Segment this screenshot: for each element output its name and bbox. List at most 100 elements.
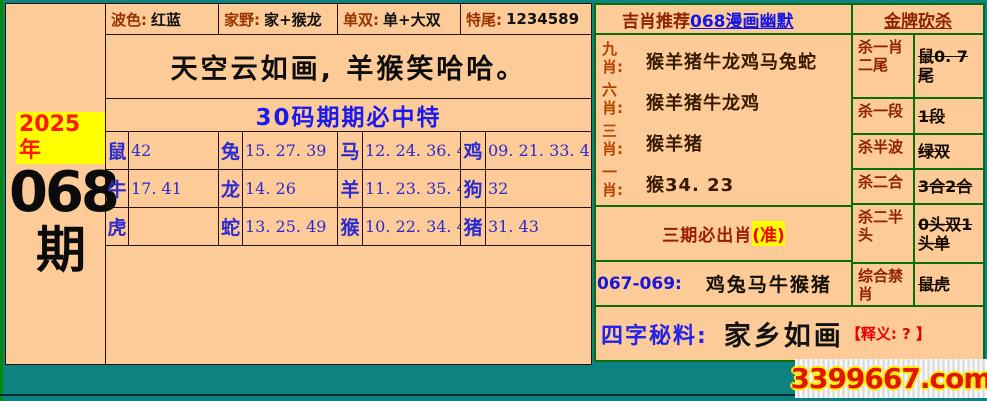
zodiac-animal: 牛 [106, 170, 129, 208]
nine-xiao-label: 九 肖: [596, 40, 634, 81]
site-url-watermark: 3399667.com [790, 362, 987, 395]
main-forecast-panel: 2025年 068 期 波色: 红蓝 家野: 家+猴龙 单双: 单+大双 特尾:… [5, 3, 592, 365]
struck-text: 鼠虎 [918, 275, 951, 294]
label-line: 肖: [602, 58, 623, 76]
one-xiao-value: 猴34. 23 [646, 174, 735, 196]
zodiac-animal: 虎 [106, 208, 129, 246]
label-line: 三 [602, 122, 618, 140]
kill-row: 杀二半头 0头双1头单 [853, 205, 983, 264]
kill-row: 杀半波 绿双 [853, 135, 983, 170]
kill-value-struck: 3合2合 [915, 170, 983, 203]
period-range-row: 067-069: 鸡兔马牛猴猪 [596, 262, 851, 305]
forecast-content: 波色: 红蓝 家野: 家+猴龙 单双: 单+大双 特尾: 1234589 天空云… [106, 4, 591, 364]
zodiac-numbers: 32 [486, 170, 591, 208]
label-line: 肖: [602, 99, 623, 117]
period-range-label: 067-069: [597, 273, 682, 294]
secret-meaning-note: 【释义: ? 】 [845, 325, 931, 343]
kill-value-struck: 绿双 [915, 135, 983, 168]
zodiac-animal: 鼠 [106, 132, 129, 170]
zodiac-numbers [129, 208, 219, 246]
kill-row: 杀一段 1段 [853, 99, 983, 135]
year-highlight-label: 2025年 [16, 112, 105, 164]
empty-area [106, 246, 591, 364]
recommend-prefix-label: 吉肖推荐 [622, 11, 690, 32]
issue-column: 2025年 068 期 [6, 4, 120, 364]
six-xiao-value: 猴羊猪牛龙鸡 [646, 92, 760, 114]
thirty-codes-title: 30码期期必中特 [106, 99, 591, 132]
issue-suffix-label: 期 [36, 220, 86, 279]
six-xiao-label: 六 肖: [596, 81, 634, 122]
zodiac-numbers: 15. 27. 39 [243, 132, 338, 170]
zodiac-animal: 猴 [338, 208, 363, 246]
gold-kill-cell: 金牌砍杀 [853, 5, 983, 33]
zodiac-animal: 兔 [219, 132, 243, 170]
home-wild-label: 家野: [224, 10, 260, 29]
struck-text: 0头双1头单 [918, 214, 973, 253]
zodiac-animal: 猪 [461, 208, 486, 246]
three-period-title: 三期必出肖 [662, 226, 753, 246]
kill-row: 杀二合 3合2合 [853, 170, 983, 205]
nine-xiao-row: 九 肖: 猴羊猪牛龙鸡马兔蛇 [596, 40, 851, 81]
comic-humor-link[interactable]: 068漫画幽默 [690, 7, 794, 32]
kill-row: 综合禁肖 鼠虎 [853, 264, 983, 305]
label-line: 六 [602, 81, 618, 99]
secret-phrase: 家乡如画 [723, 321, 844, 352]
zodiac-numbers: 31. 43 [486, 208, 591, 246]
kill-row: 杀一肖二尾 鼠0. 7尾 [853, 35, 983, 99]
struck-text: 3合2合 [918, 177, 973, 196]
zodiac-numbers: 13. 25. 49 [243, 208, 338, 246]
zodiac-animal: 蛇 [219, 208, 243, 246]
label-line: 九 [602, 40, 618, 58]
six-xiao-row: 六 肖: 猴羊猪牛龙鸡 [596, 81, 851, 122]
kill-label: 杀一段 [853, 99, 915, 133]
zodiac-numbers: 09. 21. 33. 45 [486, 132, 591, 170]
special-tail-label: 特尾: [466, 10, 502, 29]
special-tail-value: 1234589 [506, 10, 580, 28]
label-line: 肖: [602, 181, 623, 199]
three-xiao-value: 猴羊猪 [646, 133, 703, 155]
gold-kill-title-link[interactable]: 金牌砍杀 [884, 7, 952, 32]
kill-label: 杀二半头 [853, 205, 915, 262]
home-wild-value: 家+猴龙 [264, 10, 322, 29]
comic-recommend-cell: 吉肖推荐 068漫画幽默 [596, 5, 853, 33]
page-left-edge-border [0, 0, 3, 401]
wave-color-label: 波色: [111, 10, 147, 29]
gold-kill-column: 杀一肖二尾 鼠0. 7尾 杀一段 1段 杀半波 绿双 杀二合 3合2合 杀二半头 [853, 35, 983, 305]
special-tail-cell: 特尾: 1234589 [461, 4, 591, 34]
site-watermark-strip: 3399667.com [790, 359, 987, 398]
issue-number: 068 [9, 160, 120, 225]
wave-color-cell: 波色: 红蓝 [106, 4, 219, 34]
lottery-tip-sheet-page: 2025年 068 期 波色: 红蓝 家野: 家+猴龙 单双: 单+大双 特尾:… [0, 0, 987, 401]
four-char-secret-row: 四字秘料: 家乡如画 【释义: ? 】 [596, 307, 983, 360]
nine-xiao-value: 猴羊猪牛龙鸡马兔蛇 [646, 51, 817, 73]
home-wild-cell: 家野: 家+猴龙 [219, 4, 338, 34]
verse-slogan: 天空云如画, 羊猴笑哈哈。 [106, 35, 591, 99]
kill-label: 综合禁肖 [853, 264, 915, 305]
zodiac-numbers: 12. 24. 36. 48 [363, 132, 461, 170]
recommendation-body: 九 肖: 猴羊猪牛龙鸡马兔蛇 六 肖: 猴羊猪牛龙鸡 三 肖: 猴羊猪 一 肖:… [596, 35, 983, 307]
kill-value-struck: 1段 [915, 99, 983, 133]
zodiac-animal: 羊 [338, 170, 363, 208]
zodiac-numbers-table: 鼠 42 兔 15. 27. 39 马 12. 24. 36. 48 鸡 09.… [106, 132, 591, 246]
kill-label: 杀半波 [853, 135, 915, 168]
label-line: 肖: [602, 140, 623, 158]
struck-text: 鼠0. 7尾 [918, 47, 968, 85]
three-xiao-label: 三 肖: [596, 122, 634, 163]
kill-value-struck: 鼠虎 [915, 264, 983, 305]
xiao-recommendation-column: 九 肖: 猴羊猪牛龙鸡马兔蛇 六 肖: 猴羊猪牛龙鸡 三 肖: 猴羊猪 一 肖:… [596, 35, 853, 305]
period-range-value: 鸡兔马牛猴猪 [705, 274, 832, 296]
kill-value-struck: 0头双1头单 [915, 205, 983, 262]
accuracy-badge: (准) [752, 221, 785, 246]
wave-color-value: 红蓝 [151, 10, 182, 29]
one-xiao-label: 一 肖: [596, 163, 634, 204]
zodiac-animal: 狗 [461, 170, 486, 208]
struck-text: 1段 [918, 106, 946, 126]
zodiac-numbers: 14. 26 [243, 170, 338, 208]
label-line: 一 [602, 163, 618, 181]
kill-value-struck: 鼠0. 7尾 [915, 35, 983, 97]
three-period-row: 三期必出肖 (准) [596, 207, 851, 262]
kill-label: 杀二合 [853, 170, 915, 203]
xiao-tiers-block: 九 肖: 猴羊猪牛龙鸡马兔蛇 六 肖: 猴羊猪牛龙鸡 三 肖: 猴羊猪 一 肖:… [596, 35, 851, 207]
zodiac-numbers: 11. 23. 35. 47 [363, 170, 461, 208]
odd-even-label: 单双: [343, 10, 379, 29]
